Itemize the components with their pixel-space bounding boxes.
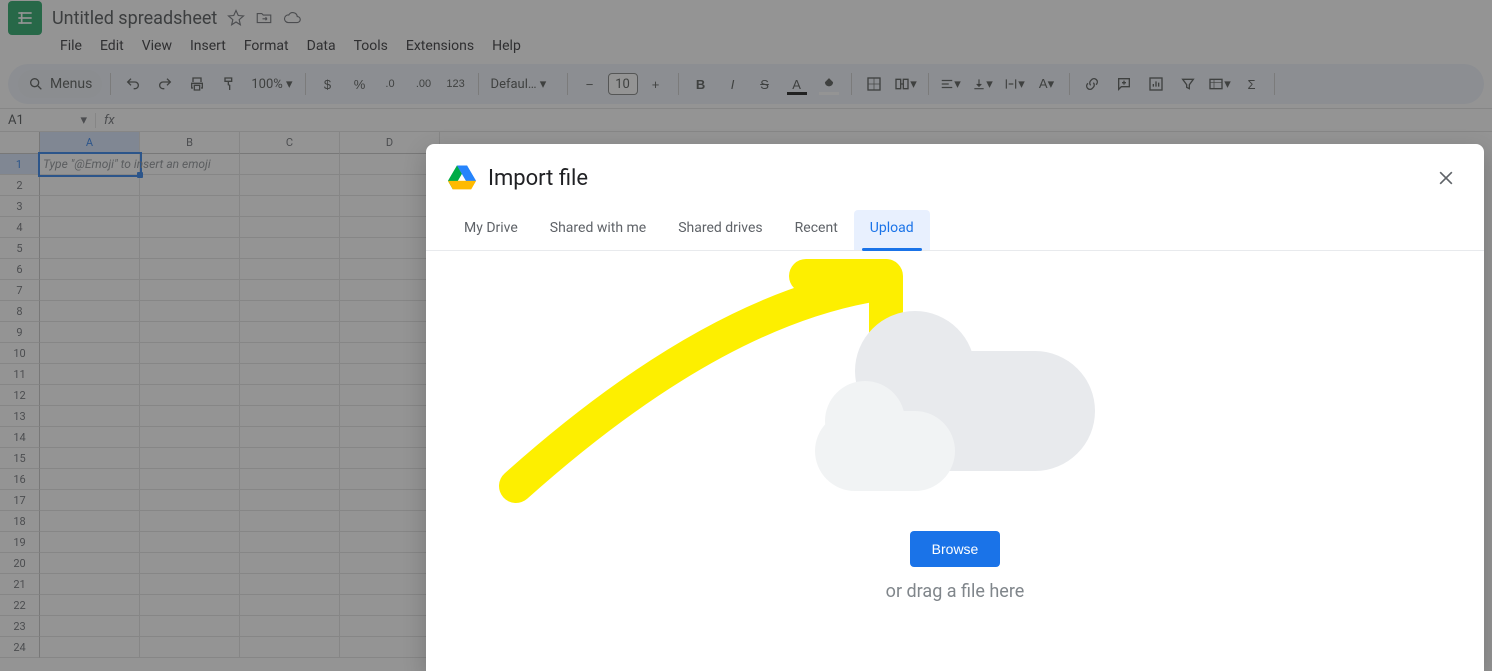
browse-button[interactable]: Browse (910, 531, 1001, 567)
upload-cloud-illustration (825, 341, 1085, 491)
tab-my-drive[interactable]: My Drive (448, 210, 534, 250)
dialog-header: Import file (426, 144, 1484, 200)
drag-hint-text: or drag a file here (886, 581, 1025, 602)
close-button[interactable] (1430, 162, 1462, 194)
dialog-tabs: My DriveShared with meShared drivesRecen… (426, 200, 1484, 251)
import-file-dialog: Import file My DriveShared with meShared… (426, 144, 1484, 671)
dialog-title: Import file (488, 166, 588, 191)
upload-panel[interactable]: Browse or drag a file here (426, 251, 1484, 671)
tab-shared-with-me[interactable]: Shared with me (534, 210, 662, 250)
drive-icon (448, 164, 476, 192)
tab-shared-drives[interactable]: Shared drives (662, 210, 778, 250)
tab-recent[interactable]: Recent (779, 210, 854, 250)
tab-upload[interactable]: Upload (854, 210, 930, 250)
close-icon (1436, 168, 1456, 188)
